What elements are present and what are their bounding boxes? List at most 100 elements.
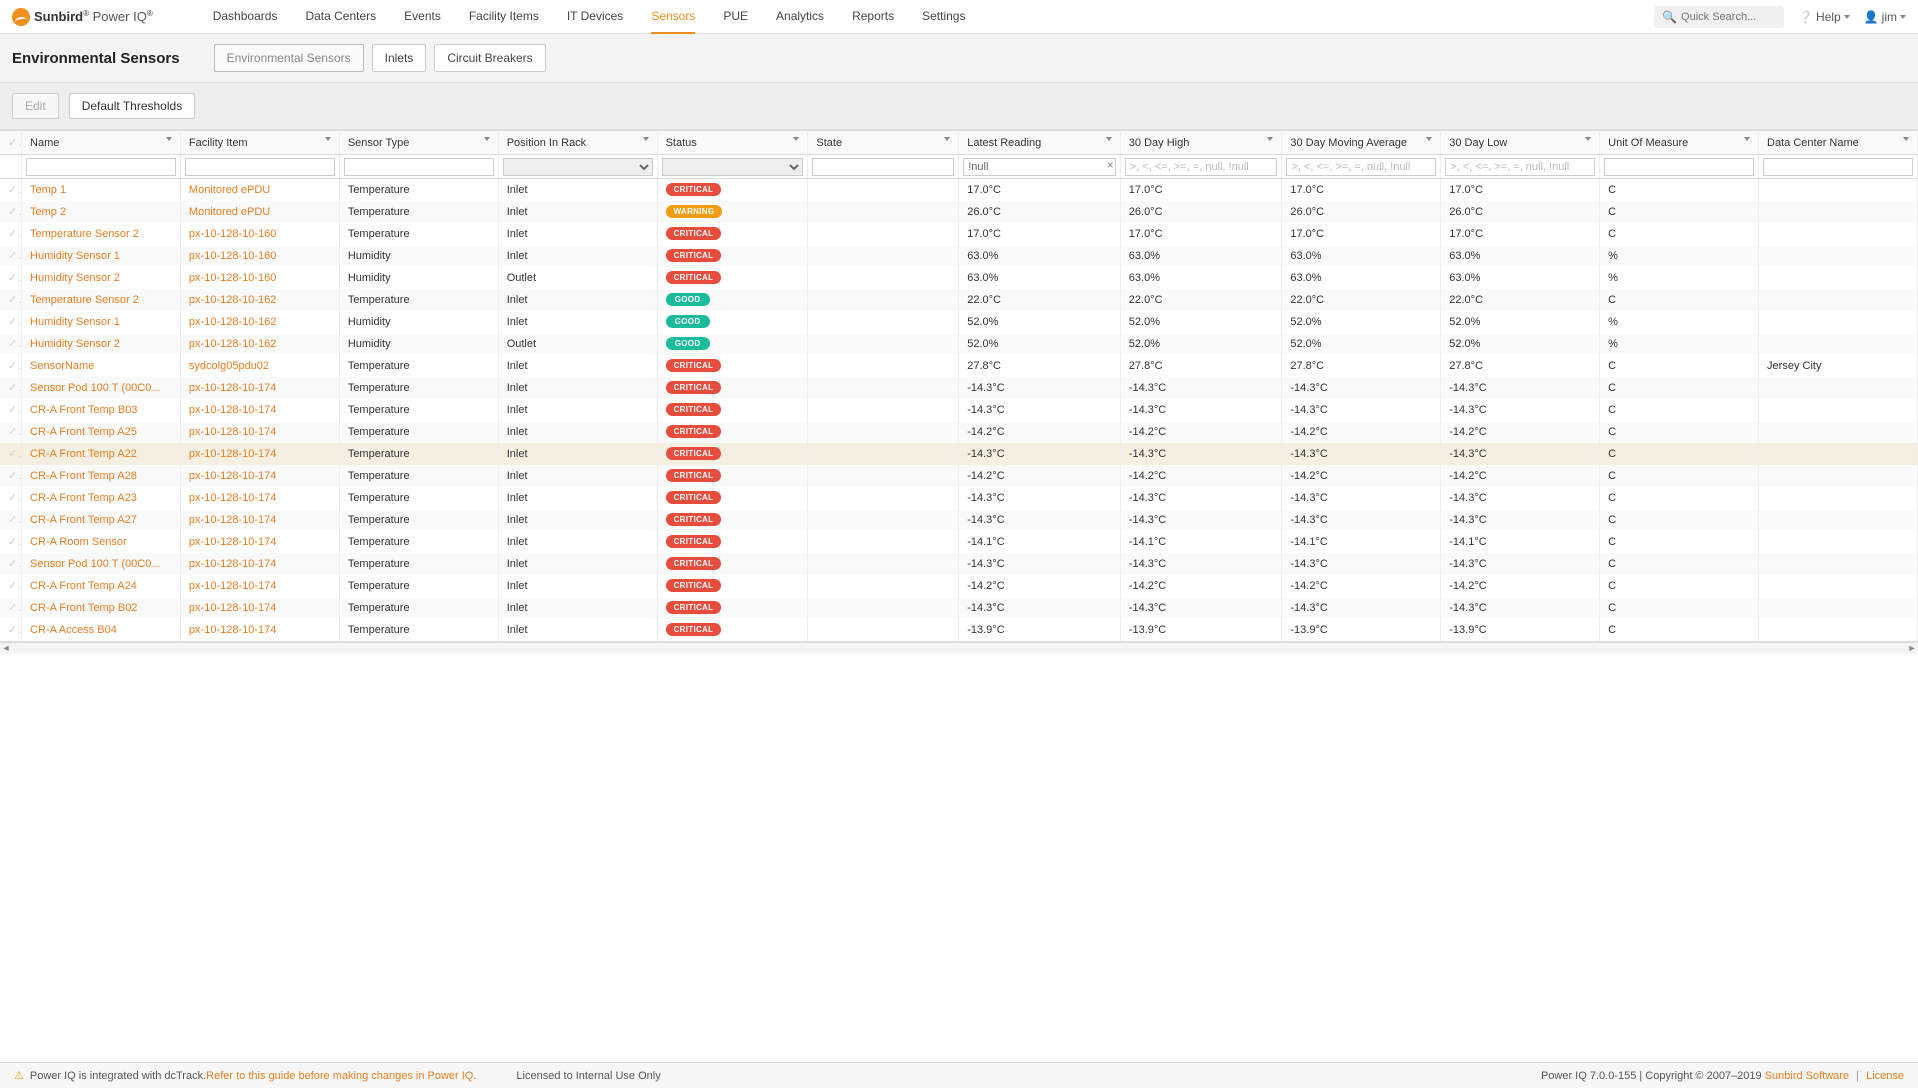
table-row[interactable]: ✓Temperature Sensor 2px-10-128-10-162Tem…: [0, 289, 1918, 311]
facility-item-link[interactable]: px-10-128-10-160: [189, 250, 276, 262]
row-checkbox[interactable]: ✓: [0, 245, 22, 267]
footer-guide-link[interactable]: Refer to this guide before making change…: [206, 1070, 476, 1082]
row-checkbox[interactable]: ✓: [0, 487, 22, 509]
row-checkbox[interactable]: ✓: [0, 201, 22, 223]
sensor-name-link[interactable]: CR-A Room Sensor: [30, 536, 127, 548]
table-row[interactable]: ✓Temperature Sensor 2px-10-128-10-160Tem…: [0, 223, 1918, 245]
facility-item-link[interactable]: px-10-128-10-174: [189, 426, 276, 438]
facility-item-link[interactable]: px-10-128-10-174: [189, 580, 276, 592]
sensor-name-link[interactable]: SensorName: [30, 360, 94, 372]
table-row[interactable]: ✓CR-A Front Temp B02px-10-128-10-174Temp…: [0, 597, 1918, 619]
facility-item-link[interactable]: px-10-128-10-162: [189, 338, 276, 350]
table-row[interactable]: ✓SensorNamesydcolg05pdu02TemperatureInle…: [0, 355, 1918, 377]
nav-item-analytics[interactable]: Analytics: [776, 0, 824, 34]
tab-inlets[interactable]: Inlets: [372, 44, 427, 72]
column-header-status[interactable]: Status: [657, 131, 808, 155]
column-header-latest-reading[interactable]: Latest Reading: [959, 131, 1121, 155]
facility-item-link[interactable]: px-10-128-10-174: [189, 404, 276, 416]
sensor-name-link[interactable]: Sensor Pod 100 T (00C0...: [30, 558, 160, 570]
table-row[interactable]: ✓CR-A Front Temp A22px-10-128-10-174Temp…: [0, 443, 1918, 465]
nav-item-pue[interactable]: PUE: [723, 0, 748, 34]
nav-item-dashboards[interactable]: Dashboards: [213, 0, 278, 34]
filter-input-30-day-moving-average[interactable]: [1286, 158, 1436, 176]
filter-input-30-day-high[interactable]: [1125, 158, 1278, 176]
table-row[interactable]: ✓Temp 2Monitored ePDUTemperatureInletWAR…: [0, 201, 1918, 223]
clear-filter-icon[interactable]: ×: [1107, 158, 1114, 172]
filter-select-position-in-rack[interactable]: [503, 158, 653, 176]
edit-button[interactable]: Edit: [12, 93, 59, 119]
tab-circuit-breakers[interactable]: Circuit Breakers: [434, 44, 545, 72]
facility-item-link[interactable]: sydcolg05pdu02: [189, 360, 269, 372]
row-checkbox[interactable]: ✓: [0, 399, 22, 421]
row-checkbox[interactable]: ✓: [0, 597, 22, 619]
sensor-name-link[interactable]: CR-A Front Temp A23: [30, 492, 137, 504]
scroll-right-icon[interactable]: ►: [1906, 643, 1918, 655]
scroll-left-icon[interactable]: ◄: [0, 643, 12, 655]
facility-item-link[interactable]: px-10-128-10-160: [189, 272, 276, 284]
row-checkbox[interactable]: ✓: [0, 619, 22, 641]
facility-item-link[interactable]: px-10-128-10-174: [189, 624, 276, 636]
column-header-30-day-high[interactable]: 30 Day High: [1120, 131, 1282, 155]
table-row[interactable]: ✓Humidity Sensor 2px-10-128-10-160Humidi…: [0, 267, 1918, 289]
horizontal-scrollbar[interactable]: ◄ ►: [0, 642, 1918, 654]
sensor-name-link[interactable]: Temperature Sensor 2: [30, 228, 139, 240]
nav-item-reports[interactable]: Reports: [852, 0, 894, 34]
facility-item-link[interactable]: px-10-128-10-162: [189, 316, 276, 328]
facility-item-link[interactable]: px-10-128-10-174: [189, 558, 276, 570]
table-row[interactable]: ✓Temp 1Monitored ePDUTemperatureInletCRI…: [0, 179, 1918, 201]
facility-item-link[interactable]: Monitored ePDU: [189, 206, 270, 218]
sensor-name-link[interactable]: CR-A Front Temp A25: [30, 426, 137, 438]
table-row[interactable]: ✓CR-A Front Temp A27px-10-128-10-174Temp…: [0, 509, 1918, 531]
column-header-position-in-rack[interactable]: Position In Rack: [498, 131, 657, 155]
brand-logo[interactable]: Sunbird® Power IQ®: [12, 8, 153, 26]
row-checkbox[interactable]: ✓: [0, 179, 22, 201]
filter-input-name[interactable]: [26, 158, 176, 176]
table-row[interactable]: ✓CR-A Front Temp B03px-10-128-10-174Temp…: [0, 399, 1918, 421]
license-link[interactable]: License: [1866, 1070, 1904, 1082]
facility-item-link[interactable]: px-10-128-10-174: [189, 448, 276, 460]
filter-select-status[interactable]: [662, 158, 804, 176]
table-row[interactable]: ✓Humidity Sensor 2px-10-128-10-162Humidi…: [0, 333, 1918, 355]
nav-item-facility-items[interactable]: Facility Items: [469, 0, 539, 34]
sensor-name-link[interactable]: Temp 2: [30, 206, 66, 218]
sensor-name-link[interactable]: CR-A Front Temp B02: [30, 602, 137, 614]
row-checkbox[interactable]: ✓: [0, 355, 22, 377]
sensor-name-link[interactable]: Humidity Sensor 1: [30, 250, 120, 262]
search-input[interactable]: [1681, 11, 1776, 23]
nav-item-it-devices[interactable]: IT Devices: [567, 0, 623, 34]
table-row[interactable]: ✓Humidity Sensor 1px-10-128-10-160Humidi…: [0, 245, 1918, 267]
sensor-name-link[interactable]: Temperature Sensor 2: [30, 294, 139, 306]
table-row[interactable]: ✓Sensor Pod 100 T (00C0...px-10-128-10-1…: [0, 553, 1918, 575]
quick-search[interactable]: 🔍: [1654, 6, 1784, 28]
column-header-data-center-name[interactable]: Data Center Name: [1759, 131, 1918, 155]
table-row[interactable]: ✓Sensor Pod 100 T (00C0...px-10-128-10-1…: [0, 377, 1918, 399]
facility-item-link[interactable]: px-10-128-10-174: [189, 514, 276, 526]
column-header-unit-of-measure[interactable]: Unit Of Measure: [1600, 131, 1759, 155]
help-menu[interactable]: ❔ Help: [1798, 10, 1850, 24]
sensor-name-link[interactable]: CR-A Front Temp A27: [30, 514, 137, 526]
column-header-name[interactable]: Name: [22, 131, 181, 155]
facility-item-link[interactable]: px-10-128-10-174: [189, 492, 276, 504]
row-checkbox[interactable]: ✓: [0, 267, 22, 289]
facility-item-link[interactable]: px-10-128-10-174: [189, 382, 276, 394]
column-header-state[interactable]: State: [808, 131, 959, 155]
sensor-name-link[interactable]: CR-A Front Temp A22: [30, 448, 137, 460]
sensor-name-link[interactable]: Humidity Sensor 1: [30, 316, 120, 328]
row-checkbox[interactable]: ✓: [0, 311, 22, 333]
filter-input-data-center-name[interactable]: [1763, 158, 1913, 176]
nav-item-data-centers[interactable]: Data Centers: [305, 0, 376, 34]
row-checkbox[interactable]: ✓: [0, 531, 22, 553]
table-row[interactable]: ✓CR-A Access B04px-10-128-10-174Temperat…: [0, 619, 1918, 641]
facility-item-link[interactable]: px-10-128-10-162: [189, 294, 276, 306]
table-row[interactable]: ✓CR-A Front Temp A23px-10-128-10-174Temp…: [0, 487, 1918, 509]
row-checkbox[interactable]: ✓: [0, 333, 22, 355]
column-header-facility-item[interactable]: Facility Item: [180, 131, 339, 155]
sensor-name-link[interactable]: Temp 1: [30, 184, 66, 196]
table-row[interactable]: ✓CR-A Room Sensorpx-10-128-10-174Tempera…: [0, 531, 1918, 553]
row-checkbox[interactable]: ✓: [0, 575, 22, 597]
row-checkbox[interactable]: ✓: [0, 421, 22, 443]
sensor-name-link[interactable]: Humidity Sensor 2: [30, 338, 120, 350]
row-checkbox[interactable]: ✓: [0, 465, 22, 487]
facility-item-link[interactable]: px-10-128-10-174: [189, 470, 276, 482]
sensor-name-link[interactable]: Sensor Pod 100 T (00C0...: [30, 382, 160, 394]
